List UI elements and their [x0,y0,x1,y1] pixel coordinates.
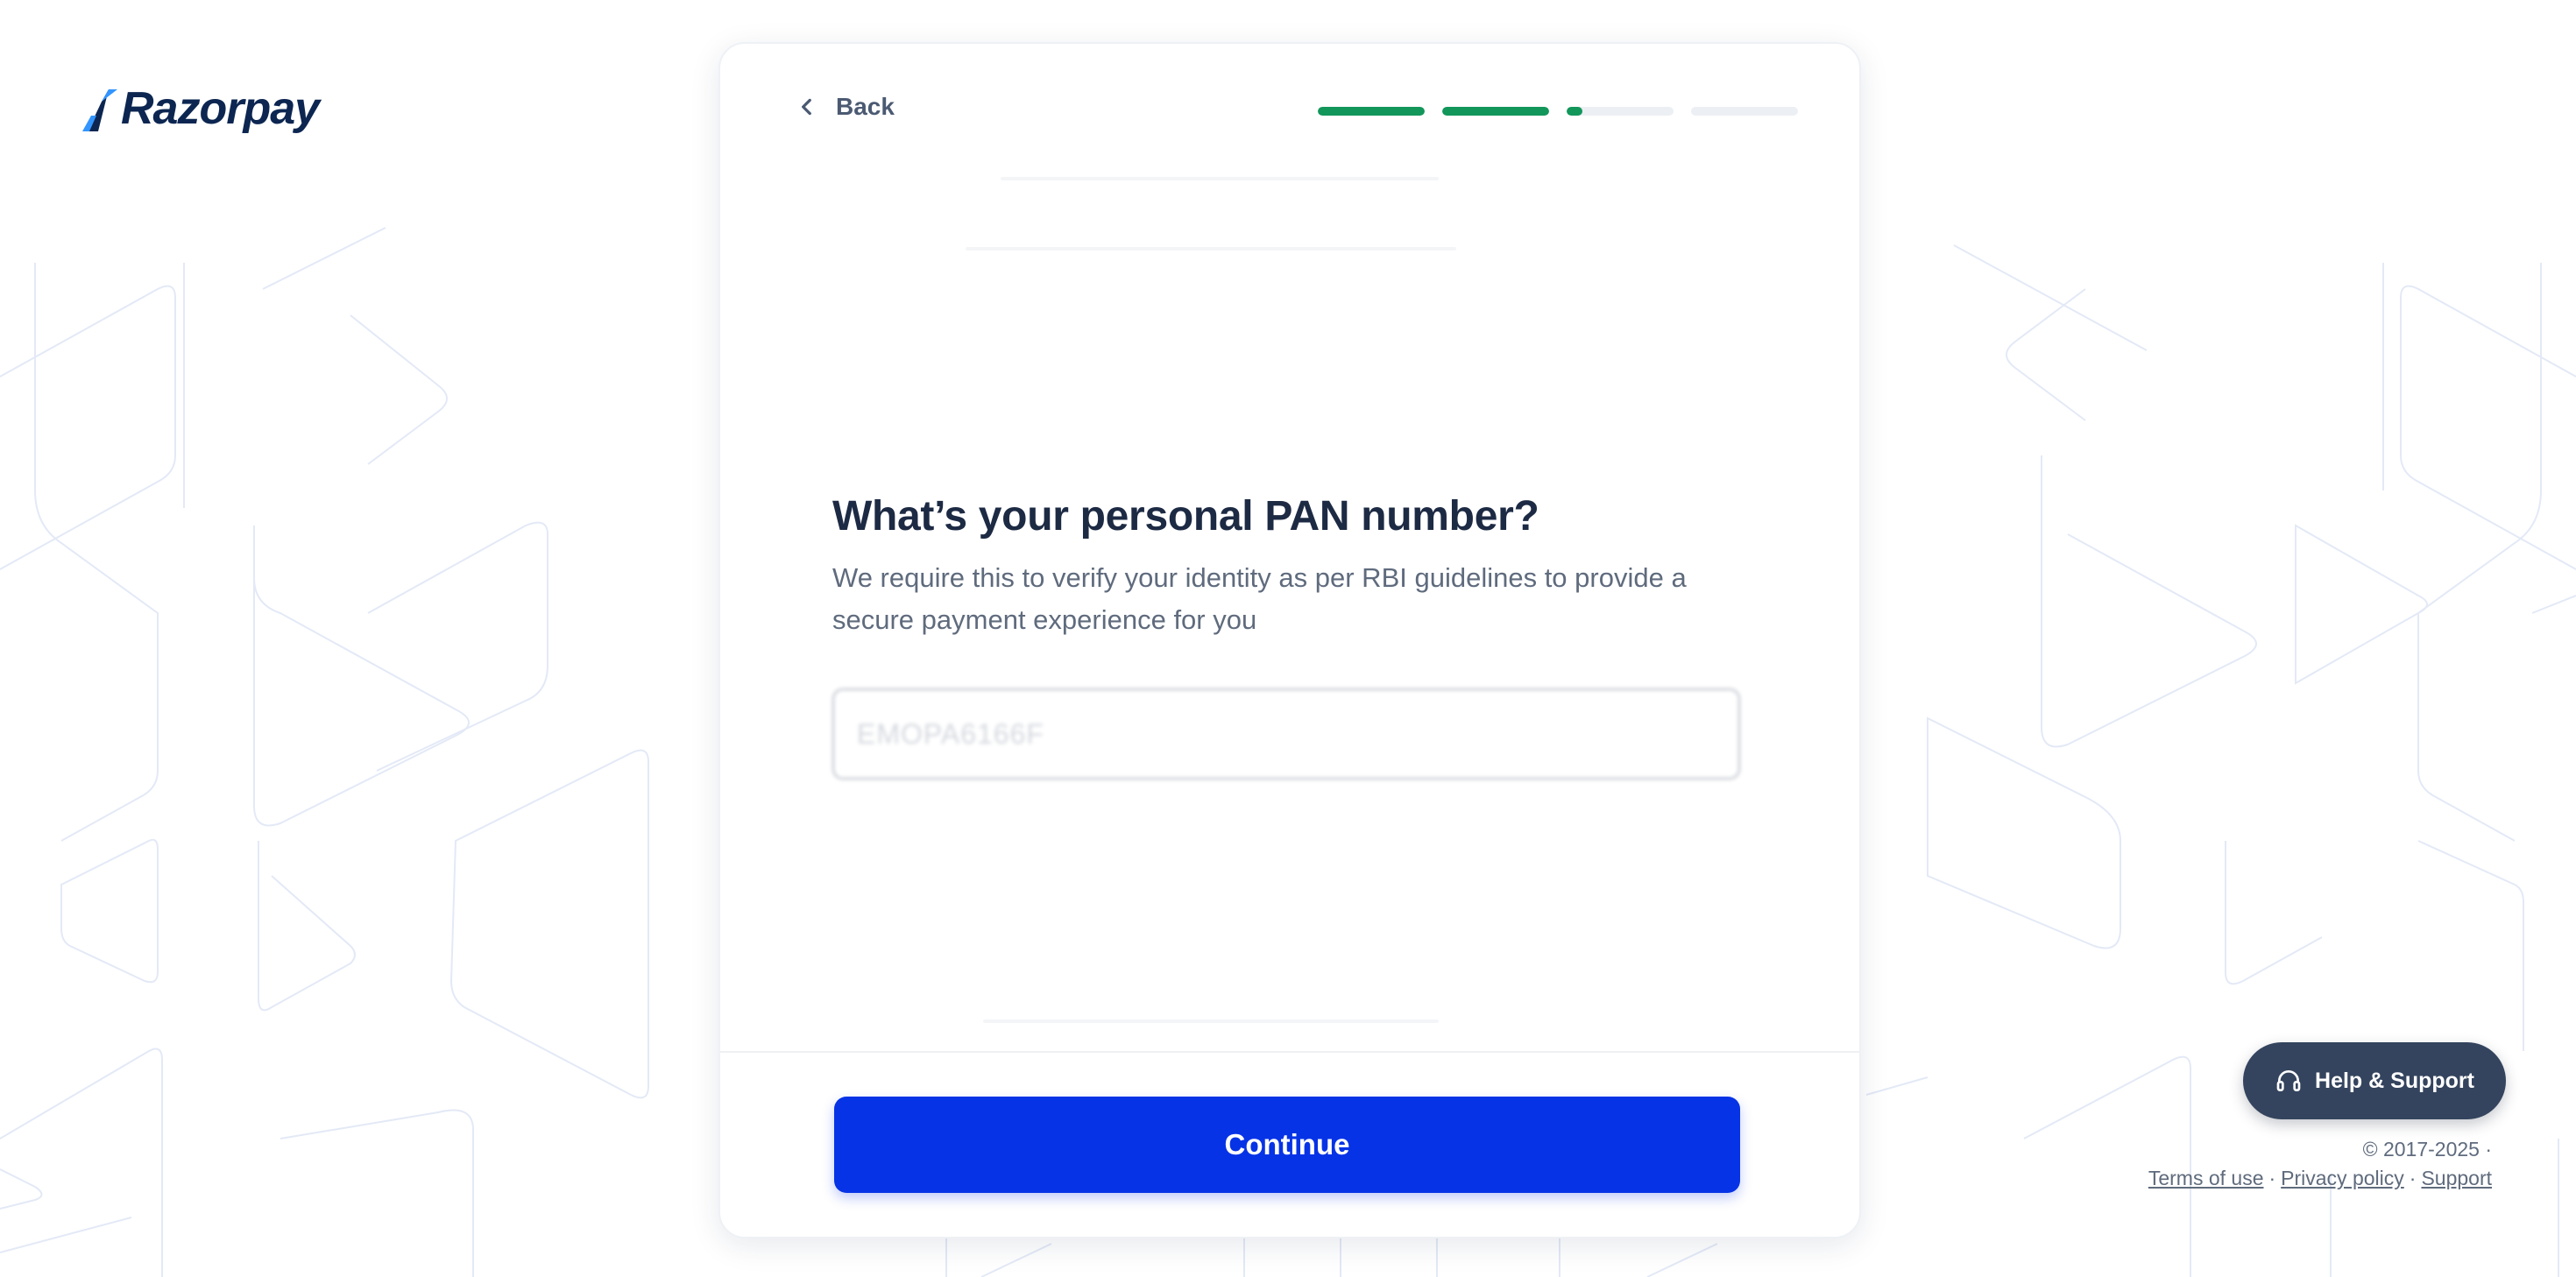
brand-name: Razorpay [121,83,320,134]
page-title: What’s your personal PAN number? [832,493,1539,540]
razorpay-logo[interactable]: Razorpay [82,82,320,135]
razorpay-mark-icon [82,89,117,131]
page-subtitle: We require this to verify your identity … [832,562,1687,635]
help-support-label: Help & Support [2315,1068,2474,1093]
support-link[interactable]: Support [2421,1167,2492,1189]
back-button[interactable]: Back [796,93,895,121]
onboarding-card: Back What’s your personal PAN number? We… [718,42,1861,1238]
footer-links: Terms of use · Privacy policy · Support [2148,1164,2492,1193]
chevron-left-icon [802,98,811,116]
pan-number-input[interactable] [832,688,1740,780]
progress-step-2 [1442,107,1549,116]
page-footer: © 2017-2025 · Terms of use · Privacy polic… [2148,1135,2492,1193]
separator: · [2409,1167,2417,1189]
progress-step-4 [1691,107,1798,116]
privacy-policy-link[interactable]: Privacy policy [2281,1167,2404,1189]
skeleton-line [983,1019,1439,1023]
terms-of-use-link[interactable]: Terms of use [2148,1167,2264,1189]
footer-divider [720,1051,1859,1053]
back-label: Back [836,93,895,120]
progress-step-3 [1567,107,1674,116]
skeleton-line [966,247,1456,250]
help-support-button[interactable]: Help & Support [2243,1042,2506,1119]
separator: · [2268,1167,2276,1189]
headphones-icon [2276,1070,2301,1091]
progress-indicator [1318,107,1798,116]
continue-button[interactable]: Continue [834,1097,1740,1193]
copyright-text: © 2017-2025 · [2362,1138,2492,1161]
progress-step-1 [1318,107,1425,116]
skeleton-line [1001,177,1439,180]
